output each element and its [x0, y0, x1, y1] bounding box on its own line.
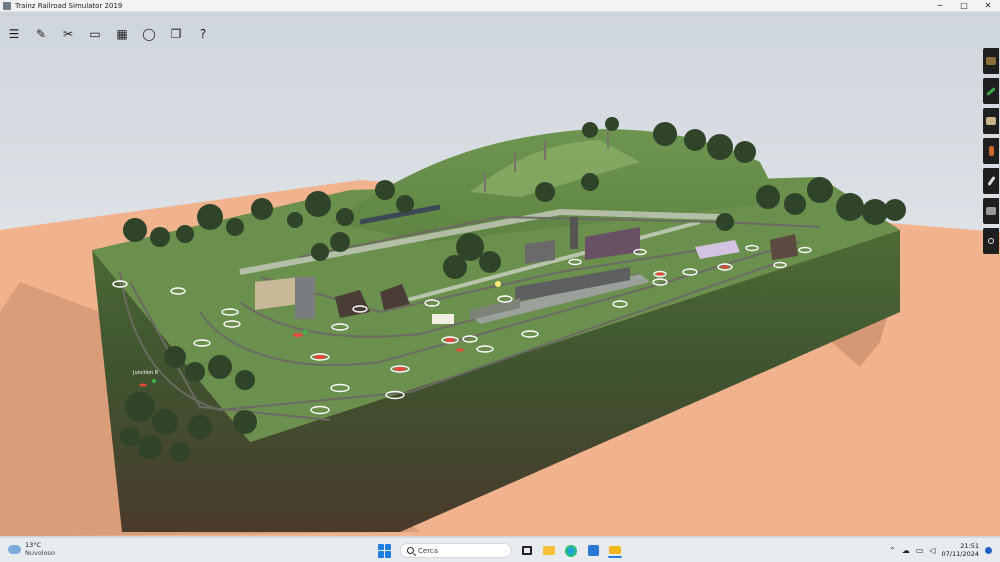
track-objects-palette-button[interactable] [983, 138, 999, 164]
search-placeholder: Cerca [418, 546, 439, 555]
water-tower [295, 277, 315, 319]
chat-icon[interactable]: ◯ [141, 26, 157, 42]
objects-palette-button[interactable] [983, 108, 999, 134]
weather-condition: Nuvoloso [25, 549, 55, 557]
editor-toolbar: ☰ ✎ ✂ ▭ ▦ ◯ ❐ ? [6, 26, 211, 42]
task-view-icon[interactable] [520, 544, 534, 558]
search-box[interactable]: Cerca [400, 543, 512, 558]
van [432, 314, 454, 324]
layers-icon[interactable]: ❐ [168, 26, 184, 42]
settings-palette-icon [988, 238, 994, 244]
objects-palette-icon [986, 117, 996, 125]
wrench-palette-button[interactable] [983, 168, 999, 194]
menu-icon[interactable]: ☰ [6, 26, 22, 42]
settings-palette-button[interactable] [983, 228, 999, 254]
track-palette-icon [986, 86, 996, 96]
start-button[interactable] [378, 543, 392, 558]
title-bar: Trainz Railroad Simulator 2019 ─ □ ✕ [0, 0, 1000, 12]
chevron-up-icon[interactable]: ⌃ [889, 546, 896, 555]
junction-label[interactable]: Junction 8 [132, 370, 158, 376]
layers-palette-icon [986, 207, 996, 215]
clock-date: 07/11/2024 [941, 550, 979, 558]
scene-render: Junction 8 [0, 12, 1000, 536]
trainz-app-icon[interactable] [608, 544, 622, 558]
clock[interactable]: 21:51 07/11/2024 [942, 542, 979, 558]
weather-temp: 13°C [25, 541, 42, 549]
house-3 [525, 240, 555, 264]
church-tower [570, 217, 578, 249]
minimize-button[interactable]: ─ [928, 0, 952, 12]
close-button[interactable]: ✕ [976, 0, 1000, 12]
terrain-palette-button[interactable] [983, 48, 999, 74]
weather-cloud-icon [8, 541, 21, 554]
wrench-palette-icon [986, 176, 996, 186]
search-icon [407, 547, 414, 554]
help-icon[interactable]: ? [195, 26, 211, 42]
cloud-sync-icon[interactable]: ☁ [902, 546, 910, 555]
briefcase-icon[interactable]: ▦ [114, 26, 130, 42]
edit-tool-icon[interactable]: ✎ [33, 26, 49, 42]
tools-icon[interactable]: ✂ [60, 26, 76, 42]
file-explorer-icon[interactable] [542, 544, 556, 558]
tool-palette [983, 48, 999, 254]
store-icon[interactable] [586, 544, 600, 558]
light-marker [495, 281, 501, 287]
taskbar: 13°C Nuvoloso Cerca ⌃ ☁ ▭ ◁ 21:51 07/11/… [0, 537, 1000, 562]
volume-icon[interactable]: ◁ [929, 546, 935, 555]
app-icon [3, 1, 11, 10]
notification-bell-icon[interactable] [985, 546, 992, 554]
3d-viewport[interactable]: Junction 8 ☰ ✎ ✂ ▭ ▦ ◯ ❐ ? [0, 12, 1000, 536]
system-tray: ⌃ ☁ ▭ ◁ 21:51 07/11/2024 [889, 542, 992, 558]
taskbar-apps: Cerca [378, 541, 622, 560]
layers-palette-button[interactable] [983, 198, 999, 224]
network-icon[interactable]: ▭ [916, 546, 924, 555]
track-objects-palette-icon [988, 146, 994, 156]
maximize-button[interactable]: □ [952, 0, 976, 12]
track-palette-button[interactable] [983, 78, 999, 104]
window-controls: ─ □ ✕ [928, 0, 1000, 12]
clock-time: 21:51 [960, 542, 979, 550]
weather-widget[interactable]: 13°C Nuvoloso [8, 541, 55, 557]
edge-browser-icon[interactable] [564, 544, 578, 558]
terrain-palette-icon [986, 57, 996, 65]
window-title: Trainz Railroad Simulator 2019 [15, 1, 123, 10]
monitor-icon[interactable]: ▭ [87, 26, 103, 42]
